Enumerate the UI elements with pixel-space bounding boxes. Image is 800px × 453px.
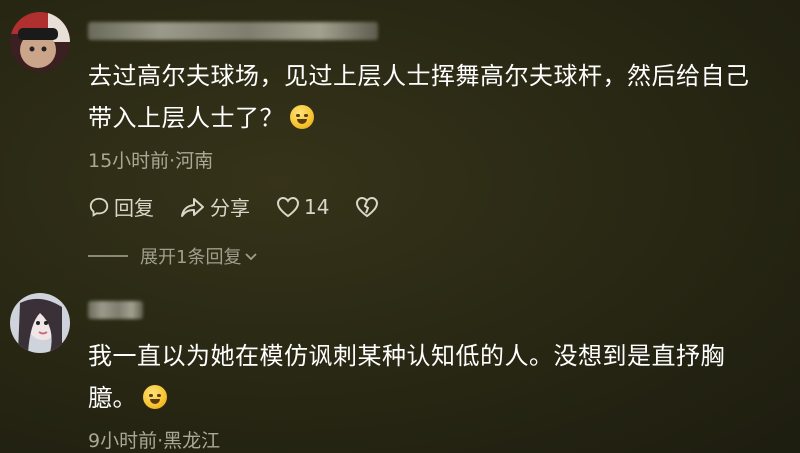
share-label: 分享 (210, 196, 250, 220)
broken-heart-icon (356, 196, 379, 217)
reply-button[interactable]: 回复 (88, 192, 154, 221)
like-button[interactable]: 14 (276, 195, 329, 219)
heart-icon (276, 196, 300, 217)
expand-replies-button[interactable]: 展开1条回复 (88, 243, 259, 269)
comment-text: 去过高尔夫球场，见过上层人士挥舞高尔夫球杆，然后给自己 带入上层人士了？ (88, 55, 788, 139)
comment-meta: 15小时前·河南 (88, 150, 214, 172)
comment-meta: 9小时前·黑龙江 (88, 430, 221, 452)
share-icon (181, 197, 204, 217)
comment-actions: 回复 分享 14 (88, 192, 409, 221)
like-count: 14 (304, 194, 330, 219)
reply-label: 回复 (114, 196, 154, 220)
avatar[interactable] (10, 12, 70, 72)
laughing-crying-emoji-icon (143, 385, 167, 409)
comment-text-line-1: 我一直以为她在模仿讽刺某种认知低的人。没想到是直抒胸 (88, 342, 725, 370)
expand-replies-label: 展开1条回复 (140, 247, 242, 268)
comment-text-line-2-text: 臆。 (88, 384, 137, 412)
share-button[interactable]: 分享 (180, 192, 250, 221)
comment-text: 我一直以为她在模仿讽刺某种认知低的人。没想到是直抒胸 臆。 (88, 335, 788, 419)
reply-icon (89, 197, 109, 217)
crying-face-emoji-icon (290, 105, 314, 129)
username-blurred[interactable] (88, 22, 378, 40)
dislike-button[interactable] (355, 196, 383, 218)
username-blurred[interactable] (88, 301, 143, 319)
chevron-down-icon (245, 253, 258, 261)
comment-text-line-2: 带入上层人士了？ (88, 97, 788, 139)
avatar[interactable] (10, 293, 70, 353)
comment-text-line-2: 臆。 (88, 377, 788, 419)
expand-divider (88, 255, 128, 257)
comment-text-line-1: 去过高尔夫球场，见过上层人士挥舞高尔夫球杆，然后给自己 (88, 62, 750, 90)
comment-text-line-2-text: 带入上层人士了？ (88, 104, 284, 132)
